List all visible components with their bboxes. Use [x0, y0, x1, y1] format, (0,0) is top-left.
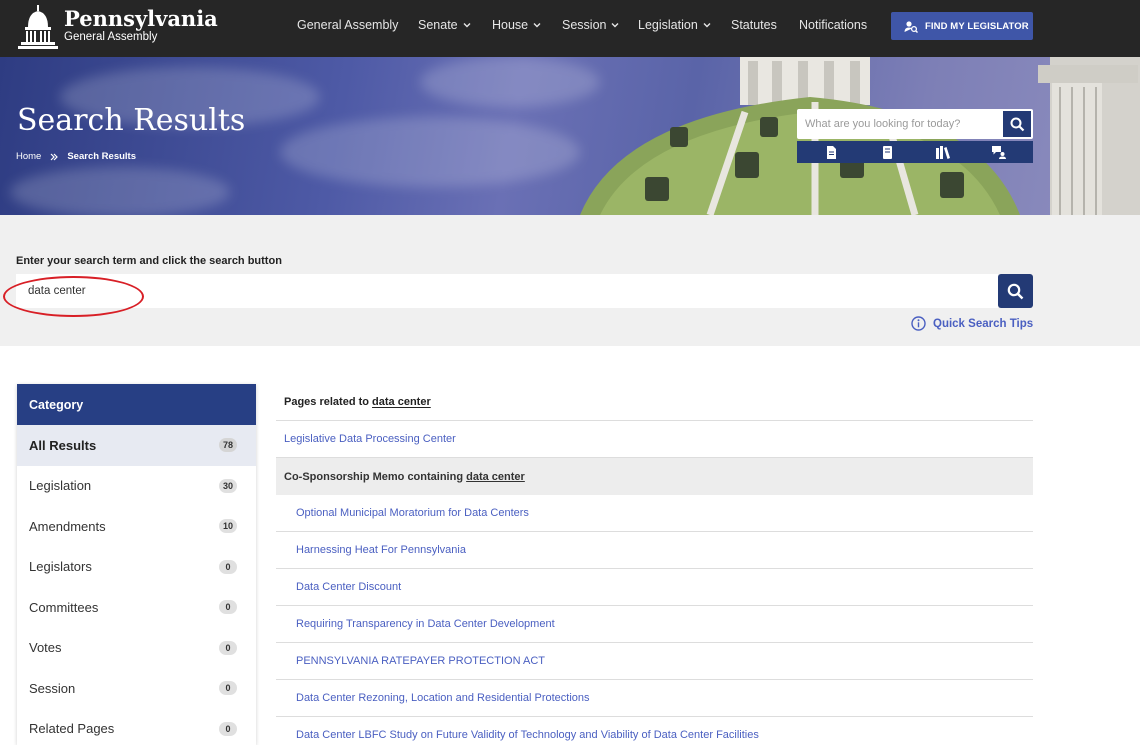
chevron-down-icon: [533, 23, 541, 28]
category-label: Votes: [29, 640, 62, 656]
chevron-down-icon: [463, 23, 471, 28]
count-badge: 30: [218, 478, 237, 493]
person-search-icon: [904, 20, 918, 33]
breadcrumb: Home Search Results: [16, 151, 136, 162]
category-legislators[interactable]: Legislators 0: [17, 547, 256, 588]
count-badge: 0: [219, 640, 237, 655]
find-my-legislator-label: FIND MY LEGISLATOR: [925, 20, 1029, 32]
category-related-pages[interactable]: Related Pages 0: [17, 709, 256, 745]
result-link[interactable]: Requiring Transparency in Data Center De…: [276, 606, 1033, 643]
count-badge: 10: [218, 519, 237, 534]
category-label: All Results: [29, 437, 97, 453]
category-sidebar: Category All Results 78 Legislation 30 A…: [17, 384, 256, 745]
document-icon[interactable]: [824, 145, 838, 159]
top-navigation-bar: Pennsylvania General Assembly General As…: [0, 0, 1140, 57]
pages-heading-prefix: Pages related to: [284, 396, 369, 408]
search-label: Enter your search term and click the sea…: [16, 255, 282, 267]
category-label: Legislation: [29, 478, 92, 494]
result-link[interactable]: Data Center Rezoning, Location and Resid…: [276, 680, 1033, 717]
memo-section-heading: Co-Sponsorship Memo containing data cent…: [276, 458, 1033, 495]
nav-label: General Assembly: [297, 18, 399, 32]
pages-section-heading: Pages related to data center: [276, 384, 1033, 421]
main-search-box: [16, 274, 998, 308]
cloud-decoration: [10, 167, 230, 215]
memo-heading-prefix: Co-Sponsorship Memo containing: [284, 470, 464, 483]
breadcrumb-current: Search Results: [67, 151, 136, 162]
capitol-dome-icon: [18, 5, 58, 49]
pages-heading-term: data center: [372, 396, 431, 408]
category-votes[interactable]: Votes 0: [17, 628, 256, 669]
category-legislation[interactable]: Legislation 30: [17, 466, 256, 507]
search-icon: [1007, 283, 1024, 299]
quick-search-tips-link[interactable]: Quick Search Tips: [911, 316, 1033, 331]
category-label: Amendments: [29, 518, 106, 534]
hero-search-box: [797, 109, 1033, 139]
result-link[interactable]: Optional Municipal Moratorium for Data C…: [276, 495, 1033, 532]
nav-legislation[interactable]: Legislation: [638, 18, 711, 32]
info-icon: [911, 316, 926, 331]
category-amendments[interactable]: Amendments 10: [17, 506, 256, 547]
count-badge: 78: [218, 438, 237, 453]
result-link[interactable]: Legislative Data Processing Center: [276, 421, 1033, 458]
hero-search-button[interactable]: [1003, 111, 1031, 137]
brand-subtitle: General Assembly: [64, 31, 158, 43]
nav-label: Legislation: [638, 18, 698, 32]
category-label: Legislators: [29, 559, 92, 575]
quick-search-tips-label: Quick Search Tips: [933, 317, 1034, 330]
category-heading: Category: [17, 384, 256, 425]
category-label: Related Pages: [29, 721, 115, 737]
nav-session[interactable]: Session: [562, 18, 619, 32]
quick-link-icons: [797, 141, 1033, 163]
nav-label: Notifications: [799, 18, 868, 32]
main-search-button[interactable]: [998, 274, 1033, 308]
nav-label: Senate: [418, 18, 458, 32]
page-title: Search Results: [17, 103, 246, 138]
main-search-input[interactable]: [28, 274, 928, 308]
highlight-annotation-ring: [3, 276, 144, 317]
double-chevron-right-icon: [50, 153, 59, 160]
hero-banner: Search Results Home Search Results: [0, 57, 1140, 215]
search-results-list: Pages related to data center Legislative…: [276, 384, 1033, 745]
nav-label: House: [492, 18, 529, 32]
brand-title: Pennsylvania: [64, 6, 218, 31]
category-label: Committees: [29, 599, 99, 615]
site-logo[interactable]: Pennsylvania General Assembly: [18, 4, 218, 52]
book-icon[interactable]: [880, 145, 894, 159]
nav-house[interactable]: House: [492, 18, 541, 32]
nav-statutes[interactable]: Statutes: [731, 18, 777, 32]
count-badge: 0: [219, 600, 237, 615]
chevron-down-icon: [611, 23, 619, 28]
nav-label: Session: [562, 18, 607, 32]
nav-label: Statutes: [731, 18, 777, 32]
count-badge: 0: [219, 721, 237, 736]
result-link[interactable]: Data Center LBFC Study on Future Validit…: [276, 717, 1033, 745]
search-section: Enter your search term and click the sea…: [0, 215, 1140, 346]
nav-notifications[interactable]: Notifications: [799, 18, 867, 32]
library-books-icon[interactable]: [936, 145, 950, 159]
result-link[interactable]: Harnessing Heat For Pennsylvania: [276, 532, 1033, 569]
cloud-decoration: [280, 117, 580, 187]
category-committees[interactable]: Committees 0: [17, 587, 256, 628]
breadcrumb-home[interactable]: Home: [16, 151, 41, 162]
chat-person-icon[interactable]: [992, 145, 1006, 159]
nav-general-assembly[interactable]: General Assembly: [297, 18, 398, 32]
nav-senate[interactable]: Senate: [418, 18, 471, 32]
category-label: Session: [29, 680, 76, 696]
search-icon: [1010, 117, 1024, 131]
count-badge: 0: [219, 681, 237, 696]
result-link[interactable]: PENNSYLVANIA RATEPAYER PROTECTION ACT: [276, 643, 1033, 680]
count-badge: 0: [219, 559, 237, 574]
result-link[interactable]: Data Center Discount: [276, 569, 1033, 606]
memo-heading-term: data center: [466, 470, 525, 483]
find-my-legislator-button[interactable]: FIND MY LEGISLATOR: [891, 12, 1033, 40]
chevron-down-icon: [703, 23, 711, 28]
category-all-results[interactable]: All Results 78: [17, 425, 256, 466]
category-session[interactable]: Session 0: [17, 668, 256, 709]
hero-search-input[interactable]: [805, 109, 995, 139]
